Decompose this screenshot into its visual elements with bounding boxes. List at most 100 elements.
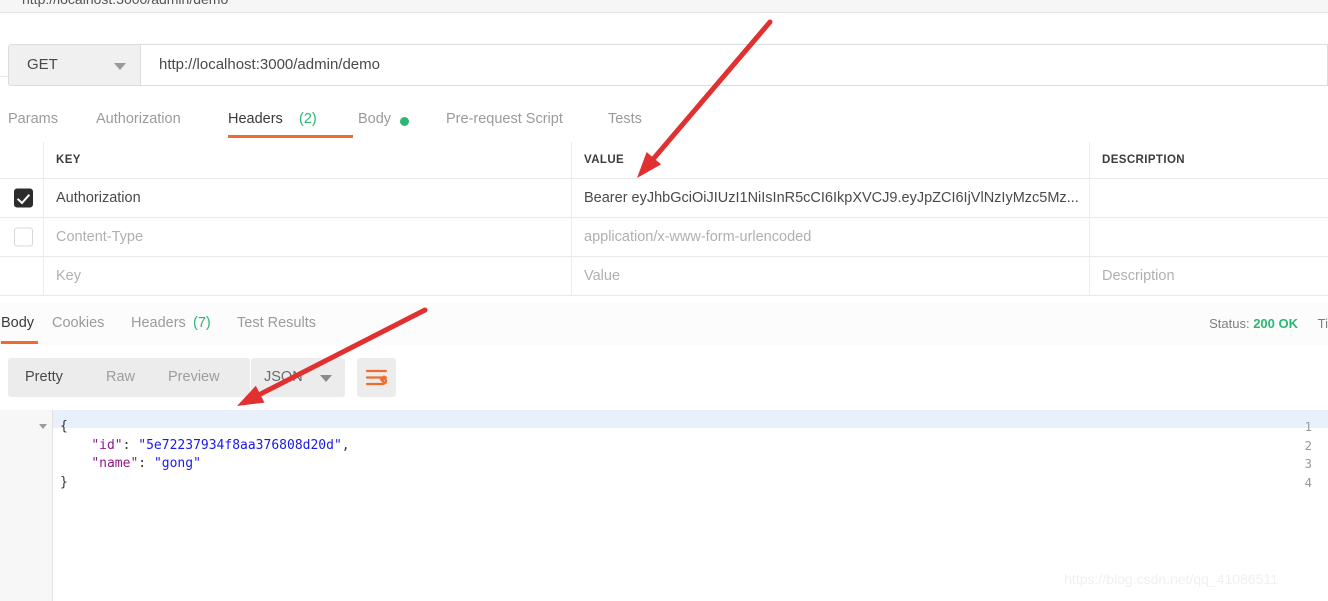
code-line: {	[60, 419, 68, 434]
response-body-toolbar: Pretty Raw Preview JSON	[0, 345, 1328, 411]
code-token-punc: :	[122, 437, 139, 453]
code-token-punc: :	[138, 456, 154, 471]
code-token-key: "name"	[91, 456, 139, 471]
header-cell-checkbox-col	[0, 142, 44, 178]
request-tab-authorization[interactable]: Authorization	[96, 100, 236, 140]
request-tab-label: Headers	[228, 111, 283, 127]
header-row-checkbox-cell	[0, 257, 44, 295]
header-key-text: Key	[56, 268, 81, 284]
header-key-text: Authorization	[56, 190, 141, 206]
view-mode-pretty[interactable]: Pretty	[25, 358, 63, 397]
request-tab-params[interactable]: Params	[8, 100, 102, 140]
clipped-tab-strip: http://localhost:3000/admin/demo	[0, 0, 1328, 13]
header-value-text: application/x-www-form-urlencoded	[584, 229, 812, 245]
header-value-text: Value	[584, 268, 621, 284]
body-modified-dot-icon	[400, 117, 409, 126]
headers-table-row: Authorization Bearer eyJhbGciOiJIUzI1NiIs…	[0, 179, 1328, 218]
code-line: "name": "gong"	[60, 456, 201, 471]
watermark: https://blog.csdn.net/qq_41086511	[1064, 571, 1278, 587]
view-mode-preview[interactable]: Preview	[168, 358, 220, 397]
code-line: }	[60, 475, 68, 490]
header-description-cell[interactable]	[1089, 218, 1328, 256]
header-row-checkbox-cell	[0, 179, 44, 217]
header-key-text: Content-Type	[56, 229, 144, 245]
active-tab-underline	[228, 135, 353, 138]
response-format-select[interactable]: JSON	[251, 358, 345, 397]
header-enabled-checkbox-checked[interactable]	[14, 188, 33, 208]
headers-table-header-row: KEY VALUE DESCRIPTION	[0, 142, 1328, 179]
response-tab-bar: Body Cookies Headers (7) Test Results Status…	[0, 303, 1328, 346]
response-tab-label: Headers	[131, 315, 186, 331]
header-value-cell[interactable]: application/x-www-form-urlencoded	[571, 218, 1090, 256]
header-description-cell[interactable]	[1089, 179, 1328, 217]
status-label: Status:	[1209, 316, 1250, 331]
request-tab-count: (2)	[299, 111, 317, 127]
headers-table-row: Content-Type application/x-www-form-urlen…	[0, 218, 1328, 257]
line-number: 3	[1304, 456, 1312, 471]
fold-toggle-icon[interactable]	[39, 424, 47, 429]
response-tab-headers[interactable]: Headers (7)	[131, 303, 249, 345]
active-response-tab-underline	[1, 341, 38, 344]
header-description-cell[interactable]: Description	[1089, 257, 1328, 295]
response-format-label: JSON	[264, 369, 303, 385]
view-mode-raw[interactable]: Raw	[106, 358, 135, 397]
response-view-mode-group: Pretty Raw Preview	[8, 358, 250, 397]
headers-table-row: Key Value Description	[0, 257, 1328, 296]
request-tab-body[interactable]: Body	[358, 100, 452, 140]
request-url-text: http://localhost:3000/admin/demo	[159, 56, 380, 73]
header-cell-key: KEY	[43, 142, 572, 178]
code-token-key: "id"	[91, 437, 123, 453]
chevron-down-icon	[320, 375, 332, 382]
response-tab-label: Test Results	[237, 315, 316, 331]
request-tab-bar: Params Authorization Headers (2) Body Pre-req…	[0, 100, 1328, 140]
header-value-text: Bearer eyJhbGciOiJIUzI1NiIsInR5cCI6IkpXV…	[584, 190, 1079, 206]
code-token-str: "5e72237934f8aa376808d20d"	[138, 437, 342, 453]
headers-table: KEY VALUE DESCRIPTION Authorization Beare…	[0, 142, 1328, 296]
line-number-gutter	[0, 410, 53, 601]
http-method-label: GET	[27, 56, 58, 73]
line-number: 2	[1304, 437, 1312, 453]
request-tab-label: Params	[8, 111, 58, 127]
column-header-description: DESCRIPTION	[1102, 154, 1185, 166]
response-tab-count: (7)	[193, 315, 211, 331]
code-token-str: "gong"	[153, 456, 201, 471]
status-badge: 200 OK	[1253, 316, 1299, 331]
code-token-punc: ,	[341, 437, 350, 453]
column-header-key: KEY	[56, 154, 81, 166]
clipped-tab-title: http://localhost:3000/admin/demo	[22, 0, 228, 7]
header-key-cell[interactable]: Content-Type	[43, 218, 572, 256]
request-tab-tests[interactable]: Tests	[608, 100, 690, 140]
header-enabled-checkbox[interactable]	[14, 227, 33, 247]
header-description-text: Description	[1102, 268, 1175, 284]
header-value-cell[interactable]: Value	[571, 257, 1090, 295]
response-tab-test-results[interactable]: Test Results	[237, 303, 359, 345]
header-key-cell[interactable]: Key	[43, 257, 572, 295]
wrap-lines-icon	[365, 369, 388, 386]
request-tab-headers[interactable]: Headers (2)	[228, 100, 363, 140]
request-url-row: GET http://localhost:3000/admin/demo	[0, 13, 1328, 86]
header-row-checkbox-cell	[0, 218, 44, 256]
request-tab-label: Pre-request Script	[446, 111, 563, 127]
request-tab-label: Tests	[608, 111, 642, 127]
wrap-lines-button[interactable]	[357, 358, 396, 397]
header-value-cell[interactable]: Bearer eyJhbGciOiJIUzI1NiIsInR5cCI6IkpXV…	[571, 179, 1090, 217]
column-header-value: VALUE	[584, 154, 625, 166]
request-url-input[interactable]: http://localhost:3000/admin/demo	[141, 44, 1328, 86]
response-tab-label: Cookies	[52, 315, 105, 331]
http-method-select[interactable]: GET	[8, 44, 141, 86]
chevron-down-icon	[114, 63, 126, 70]
response-status: Status: 200 OK Ti	[1209, 316, 1328, 331]
request-tab-label: Body	[358, 111, 392, 127]
active-line-highlight	[0, 410, 1328, 428]
code-token-punc: {	[60, 419, 68, 434]
header-key-cell[interactable]: Authorization	[43, 179, 572, 217]
line-number: 1	[1304, 419, 1312, 434]
request-tab-pre-request-script[interactable]: Pre-request Script	[446, 100, 614, 140]
code-token-punc: }	[60, 474, 68, 490]
header-cell-description: DESCRIPTION	[1089, 142, 1328, 178]
line-number: 4	[1304, 474, 1312, 490]
time-label: Ti	[1317, 316, 1328, 331]
header-cell-value: VALUE	[571, 142, 1090, 178]
code-line: "id": "5e72237934f8aa376808d20d",	[60, 437, 350, 453]
request-tab-label: Authorization	[96, 111, 181, 127]
